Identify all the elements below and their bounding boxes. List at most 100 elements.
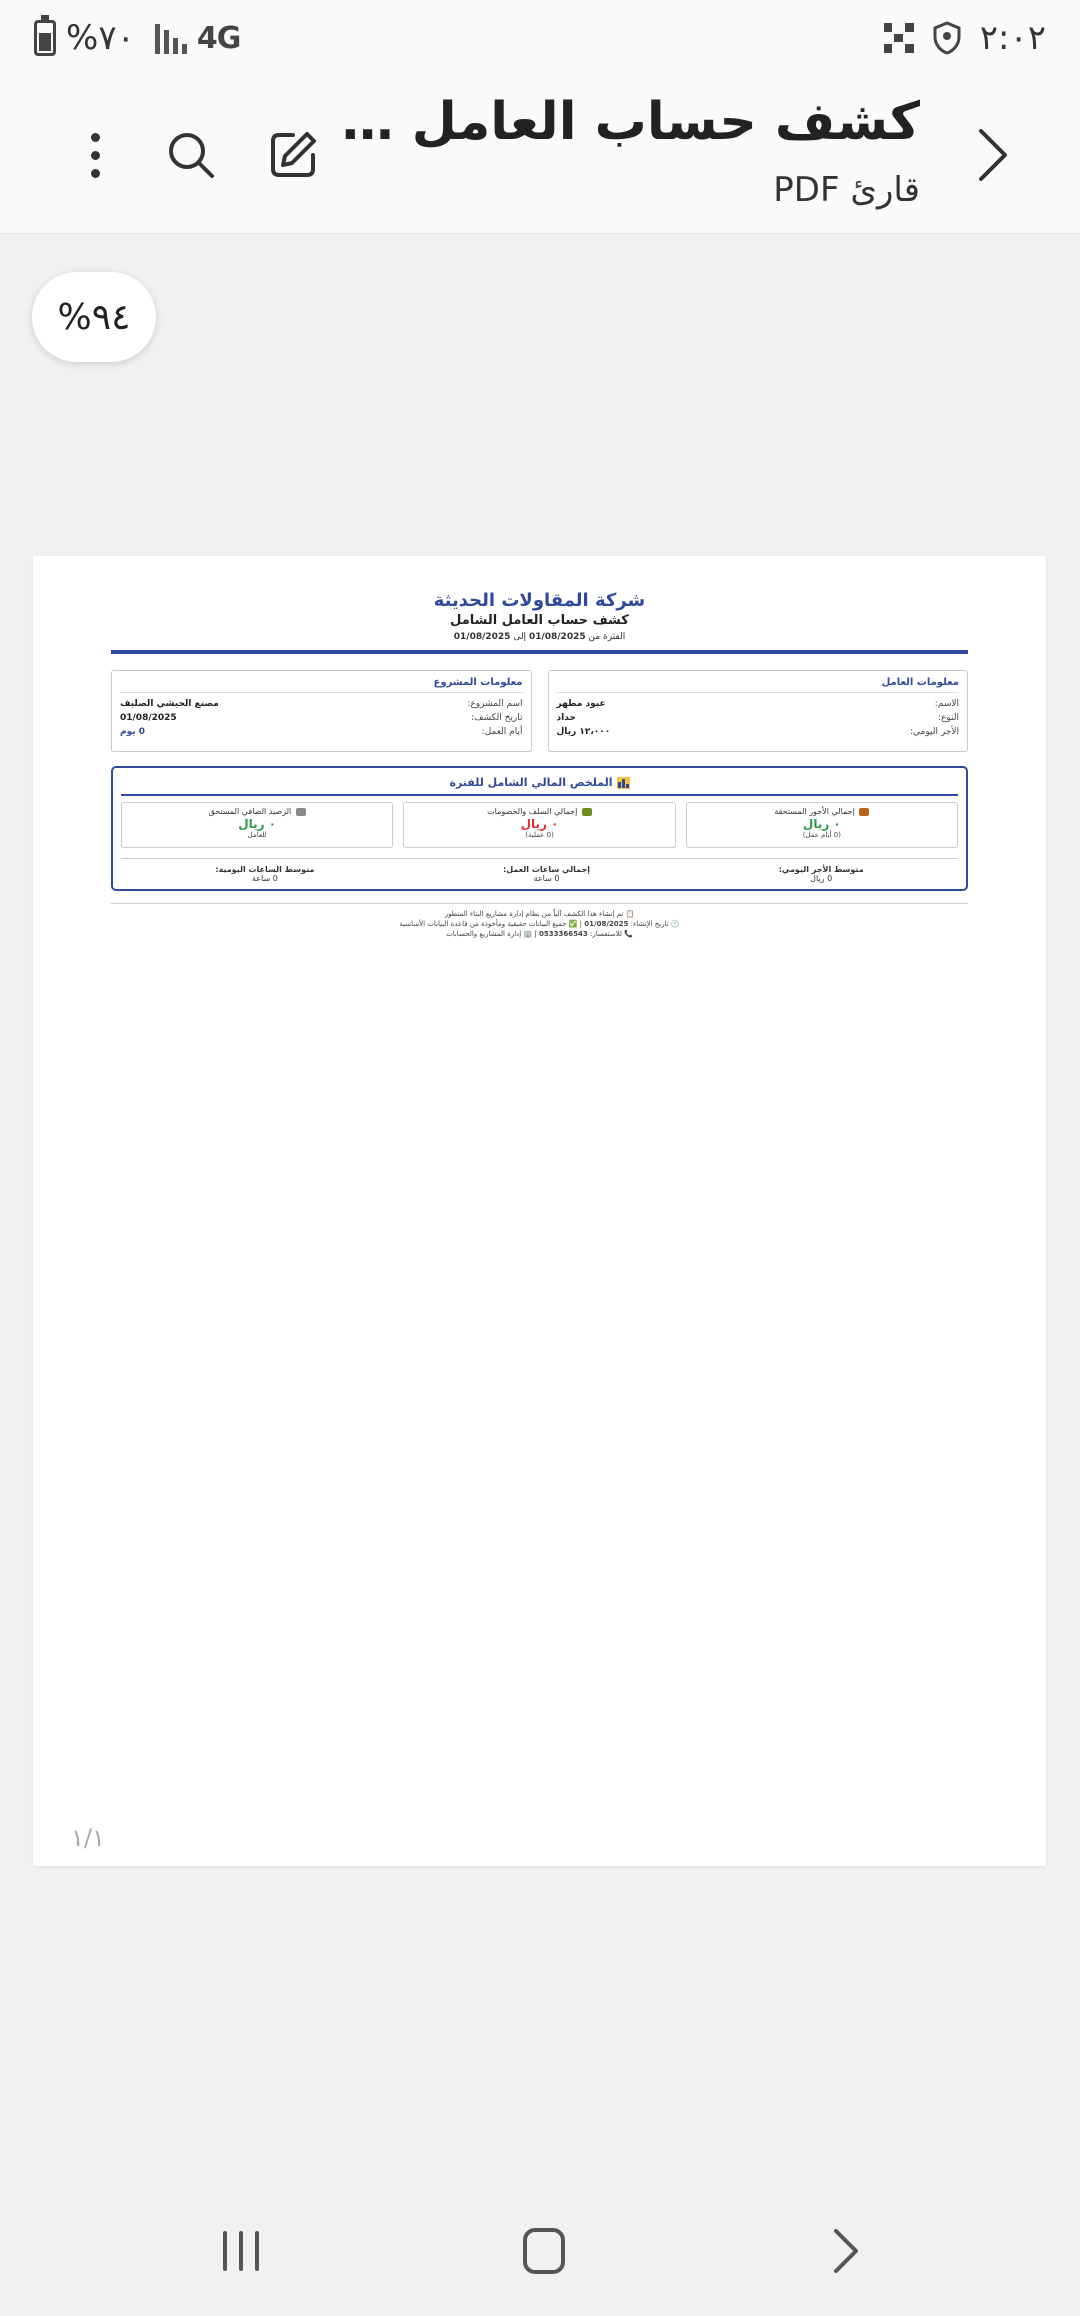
status-right: ٢:٠٢ (883, 18, 1046, 58)
project-name-row: اسم المشروع: مصنع الحيشي الصليف (120, 699, 523, 709)
search-button[interactable] (156, 120, 226, 190)
card-label-text: الرصيد الصافي المستحق (208, 807, 292, 816)
card-note: (0 أيام عمل) (802, 831, 841, 839)
footer-created-label: 🕐 تاريخ الإنشاء: (630, 920, 680, 928)
summary-title-text: الملخص المالي الشامل للفترة (449, 776, 613, 789)
home-icon (523, 2228, 565, 2274)
qr-icon (883, 23, 914, 53)
summary-cards: إجمالي الأجور المستحقة ٠ ريال (0 أيام عم… (121, 802, 958, 848)
briefcase-icon (859, 807, 870, 816)
card-value: ٠ ريال (238, 817, 277, 831)
period-line: الفترة من 01/08/2025 إلى 01/08/2025 (111, 632, 968, 642)
document-content: شركة المقاولات الحديثة كشف حساب العامل ا… (111, 590, 968, 939)
statement-date-row: تاريخ الكشف: 01/08/2025 (120, 713, 523, 723)
stat-label: متوسط الأجر اليومي: (778, 865, 864, 874)
worker-info-heading: معلومات العامل (556, 677, 959, 693)
row-key: الاسم: (934, 699, 959, 709)
header-divider (111, 650, 968, 654)
card-label-text: إجمالي الأجور المستحقة (774, 807, 855, 816)
bar-chart-icon (616, 776, 630, 789)
total-wages-card: إجمالي الأجور المستحقة ٠ ريال (0 أيام عم… (685, 802, 958, 848)
footer-created-date: 01/08/2025 (584, 920, 629, 928)
statement-title: كشف حساب العامل الشامل (450, 613, 629, 628)
company-name: شركة المقاولات الحديثة (433, 590, 646, 611)
card-label: الرصيد الصافي المستحق (124, 807, 390, 816)
money-icon (581, 807, 592, 816)
card-note: (0 عملية) (525, 831, 554, 839)
document-title: كشف حساب العامل - عبود مطهر (340, 92, 920, 152)
calculator-icon (295, 807, 306, 816)
pdf-page[interactable]: شركة المقاولات الحديثة كشف حساب العامل ا… (33, 556, 1046, 1866)
card-value: ٠ ريال (802, 817, 841, 831)
row-value: ١٢،٠٠٠ ريال (556, 727, 611, 737)
battery-icon (34, 15, 56, 56)
stat-label: إجمالي ساعات العمل: (503, 865, 590, 874)
search-icon (169, 133, 214, 178)
zoom-indicator: %٩٤ (32, 272, 156, 362)
row-value: مصنع الحيشي الصليف (120, 699, 219, 709)
recents-icon (223, 2231, 259, 2271)
project-info-box: معلومات المشروع اسم المشروع: مصنع الحيشي… (111, 670, 532, 752)
edit-button[interactable] (258, 120, 328, 190)
footer-phone: 0533366543 (539, 930, 588, 938)
footer-department: | 🏢 إدارة المشاريع والحسابات (446, 930, 537, 938)
battery-percent: %٧٠ (66, 18, 135, 58)
more-options-button[interactable] (60, 120, 130, 190)
footer-data-note: | ✅ جميع البيانات حقيقية ومأخوذة من قاعد… (399, 920, 583, 928)
signal-icon (154, 22, 187, 54)
clock: ٢:٠٢ (979, 18, 1046, 58)
row-key: أيام العمل: (481, 727, 523, 737)
footer-line-3: 📞 للاستفسار: 0533366543 | 🏢 إدارة المشار… (111, 929, 968, 939)
stat-value: 0 ساعة (251, 874, 278, 883)
status-left: %٧٠ 4G (34, 15, 241, 58)
period-to: 01/08/2025 (453, 632, 511, 642)
avg-daily-wage-stat: متوسط الأجر اليومي: 0 ريال (779, 865, 864, 883)
total-advances-card: إجمالي السلف والخصومات ٠ ريال (0 عملية) (403, 802, 676, 848)
chevron-right-icon (979, 129, 1007, 181)
card-label-text: إجمالي السلف والخصومات (487, 807, 578, 816)
footer-line-1: 📋 تم إنشاء هذا الكشف آلياً من نظام إدارة… (444, 910, 635, 918)
worker-info-box: معلومات العامل الاسم: عبود مطهر النوع: ح… (547, 670, 968, 752)
recents-button[interactable] (206, 2216, 276, 2286)
card-value: ٠ ريال (520, 817, 559, 831)
system-nav-bar (0, 2186, 1080, 2316)
row-key: الأجر اليومي: (910, 727, 959, 737)
footer-line-2: 🕐 تاريخ الإنشاء: 01/08/2025 | ✅ جميع الب… (111, 919, 968, 929)
avg-daily-hours-stat: متوسط الساعات اليومية: 0 ساعة (215, 865, 314, 883)
stat-value: 0 ساعة (533, 874, 560, 883)
more-vert-icon (90, 132, 100, 178)
info-row: معلومات العامل الاسم: عبود مطهر النوع: ح… (111, 670, 968, 752)
financial-summary: الملخص المالي الشامل للفترة إجمالي الأجو… (111, 766, 968, 891)
app-bar: كشف حساب العامل - عبود مطهر قارئ PDF (0, 80, 1080, 234)
row-value: 01/08/2025 (120, 713, 177, 723)
stat-value: 0 ريال (810, 874, 833, 883)
network-label: 4G (196, 20, 241, 56)
period-prefix: الفترة من (588, 632, 626, 642)
home-button[interactable] (509, 2216, 579, 2286)
row-key: اسم المشروع: (467, 699, 523, 709)
row-value: حداد (556, 713, 576, 723)
card-label: إجمالي السلف والخصومات (406, 807, 672, 816)
stat-label: متوسط الساعات اليومية: (215, 865, 315, 874)
period-mid: إلى (513, 632, 527, 642)
row-key: تاريخ الكشف: (471, 713, 523, 723)
page-number: ١/١ (71, 1824, 105, 1852)
card-note: للعامل (247, 831, 267, 839)
worker-name-row: الاسم: عبود مطهر (557, 699, 960, 709)
footer-contact-label: 📞 للاستفسار: (589, 930, 633, 938)
net-balance-card: الرصيد الصافي المستحق ٠ ريال للعامل (121, 802, 394, 848)
document-footer: 📋 تم إنشاء هذا الكشف آلياً من نظام إدارة… (111, 909, 968, 939)
row-key: النوع: (937, 713, 959, 723)
worker-type-row: النوع: حداد (557, 713, 960, 723)
summary-title: الملخص المالي الشامل للفترة (121, 776, 958, 796)
nav-back-button[interactable] (810, 2216, 880, 2286)
status-bar: %٧٠ 4G ٢:٠٢ (0, 0, 1080, 80)
worker-daily-wage-row: الأجر اليومي: ١٢،٠٠٠ ريال (557, 727, 960, 737)
project-info-heading: معلومات المشروع (120, 677, 523, 693)
card-label: إجمالي الأجور المستحقة (689, 807, 955, 816)
row-value: عبود مطهر (556, 699, 606, 709)
chevron-right-icon (834, 2229, 858, 2273)
back-button[interactable] (958, 120, 1028, 190)
app-subtitle: قارئ PDF (773, 170, 920, 210)
row-value: 0 يوم (120, 727, 146, 737)
